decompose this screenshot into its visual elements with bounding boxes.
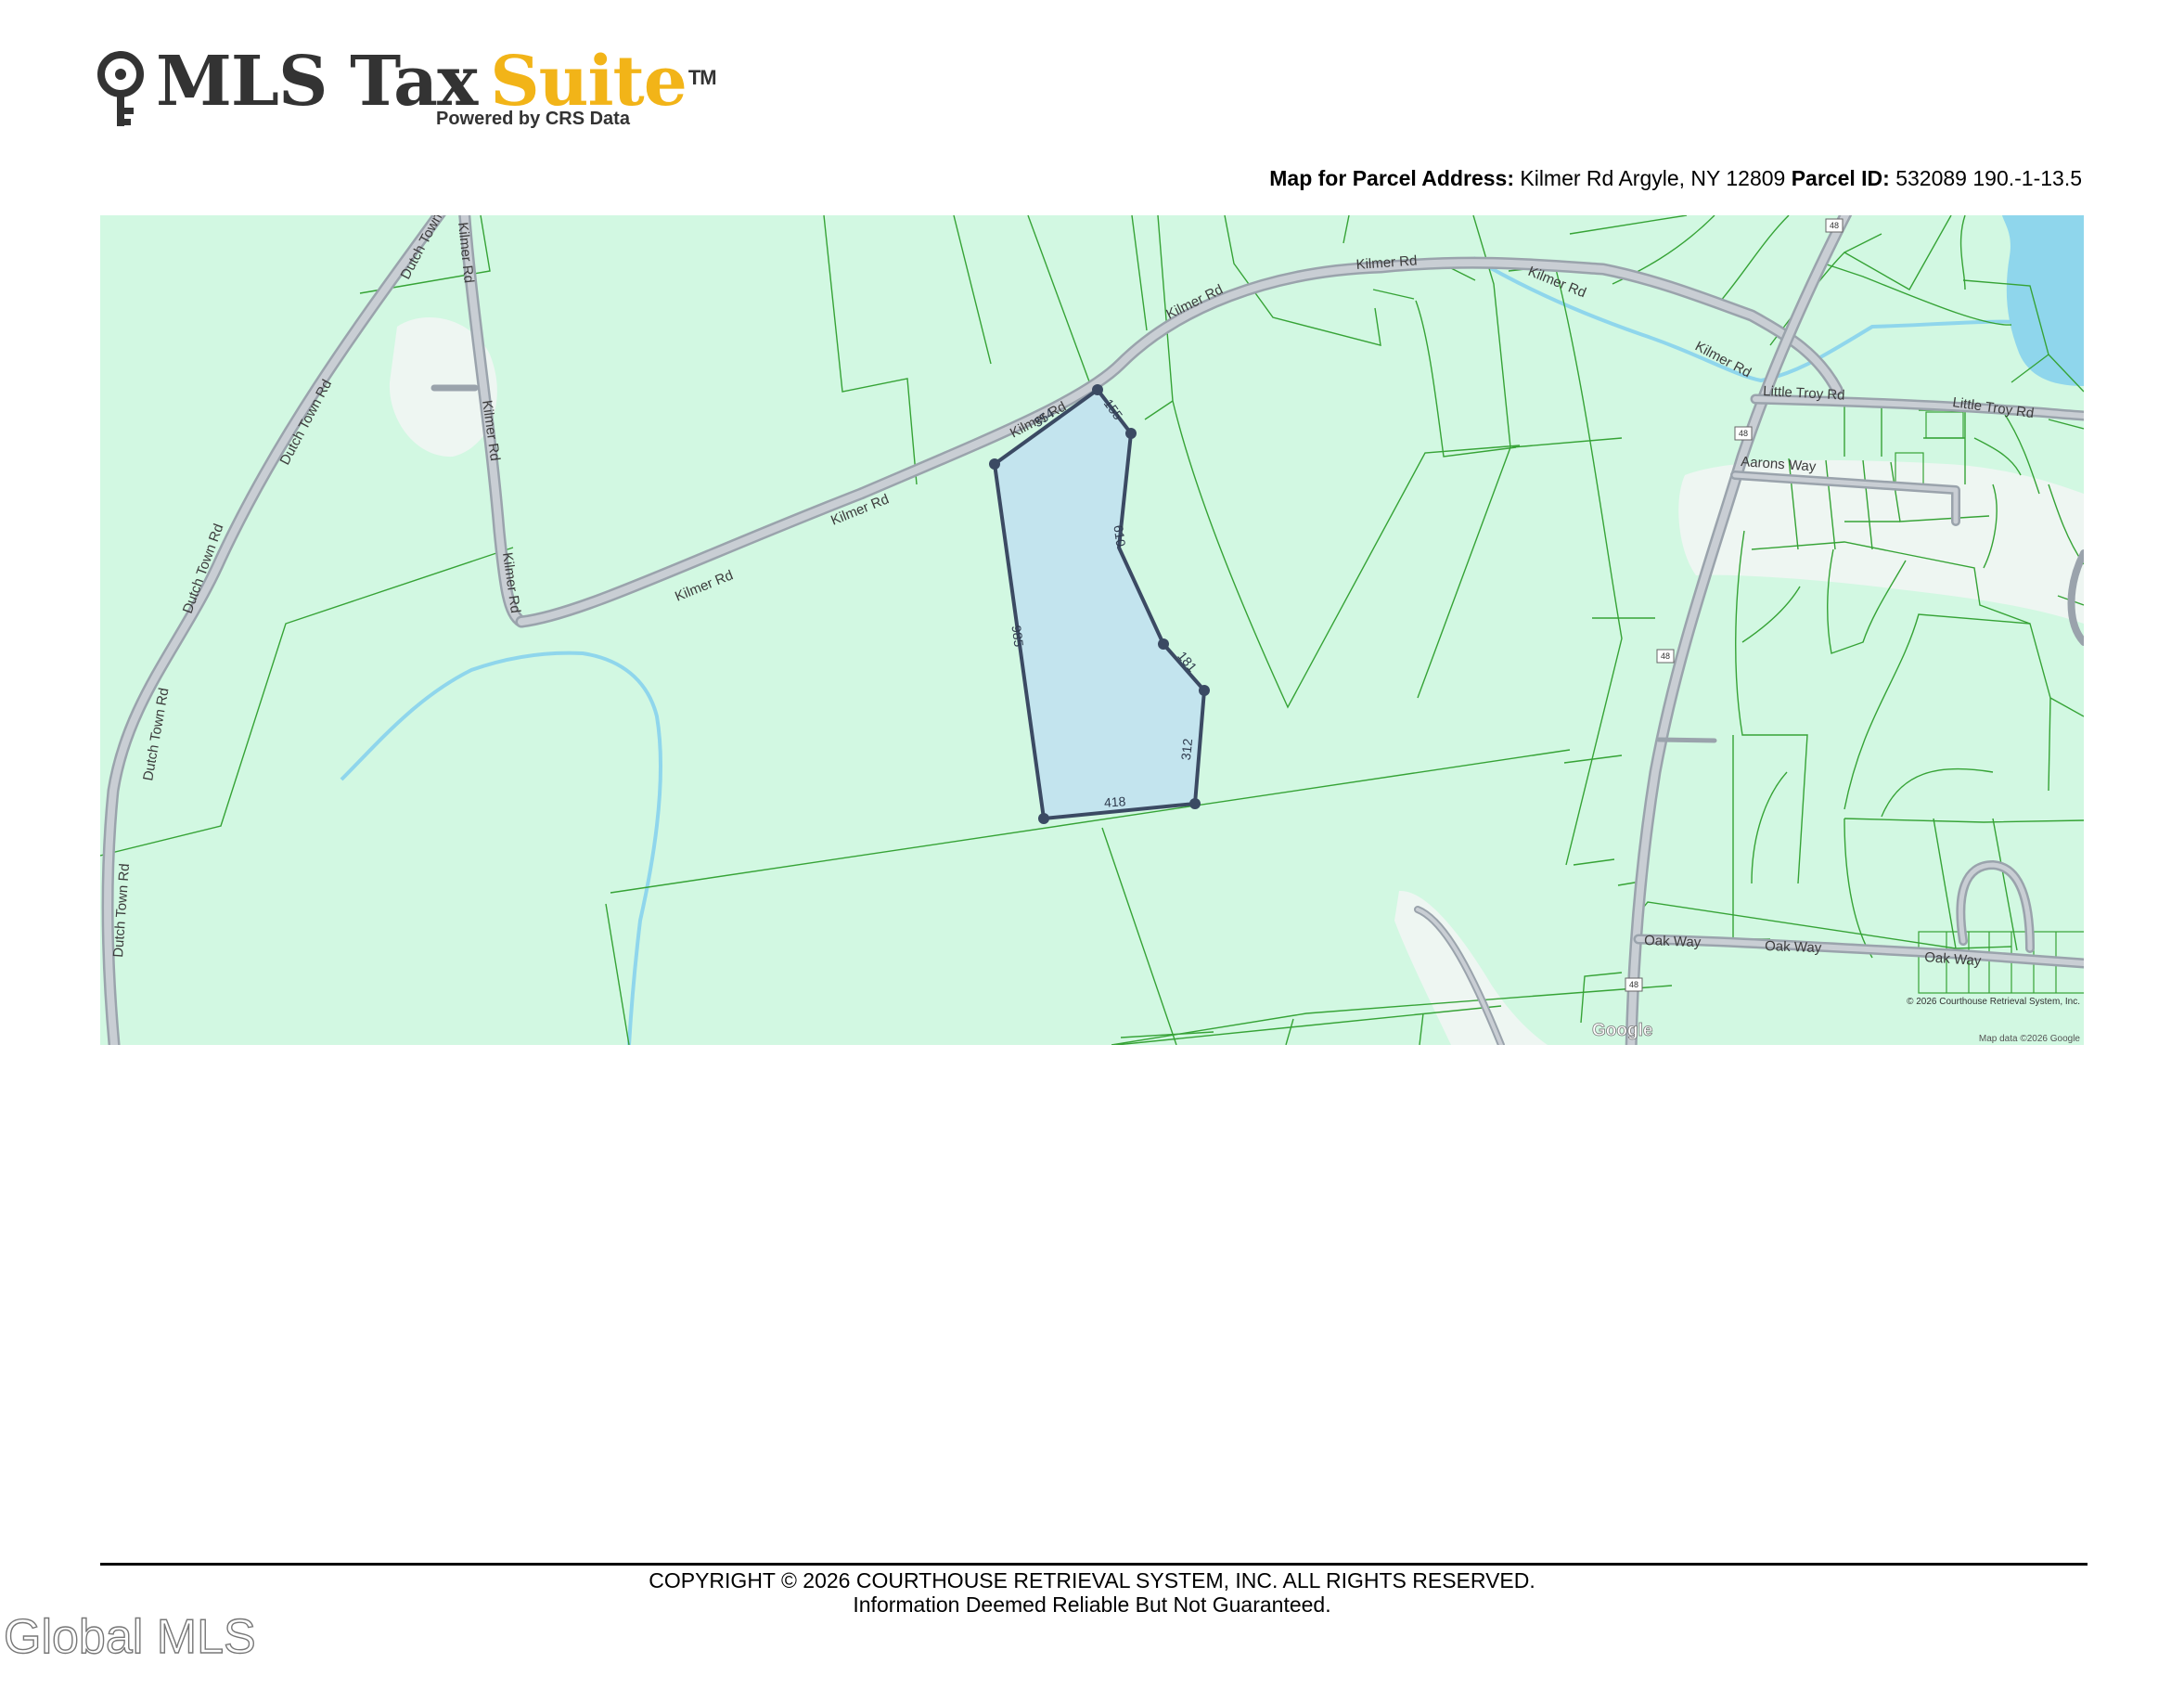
key-pin-icon: [97, 51, 144, 126]
parcel-map[interactable]: 48 48 48 48 Kilmer Rd Kilmer Rd Kilmer R…: [100, 215, 2084, 1045]
google-attribution: Google: [1592, 1021, 1652, 1040]
road-label: Oak Way: [1644, 933, 1702, 950]
logo-brand-primary: MLS Tax: [156, 42, 478, 122]
route-shield-icon: 48: [1825, 218, 1844, 233]
road-label: Oak Way: [1765, 938, 1822, 956]
map-data-attribution: Map data ©2026 Google: [1979, 1034, 2081, 1044]
logo-trademark: TM: [687, 66, 717, 89]
svg-text:48: 48: [1830, 221, 1839, 230]
mls-tax-suite-logo: MLS Tax SuiteTM Powered by CRS Data: [95, 37, 717, 139]
footer: COPYRIGHT © 2026 COURTHOUSE RETRIEVAL SY…: [0, 1568, 2184, 1617]
dimension-label: 418: [1103, 793, 1126, 810]
copyright-text: COPYRIGHT © 2026 COURTHOUSE RETRIEVAL SY…: [649, 1568, 1535, 1592]
svg-text:48: 48: [1629, 980, 1638, 989]
route-shield-icon: 48: [1656, 649, 1675, 664]
route-shield-icon: 48: [1734, 426, 1753, 441]
svg-text:48: 48: [1739, 429, 1748, 438]
address-label: Map for Parcel Address:: [1269, 166, 1514, 190]
logo-tagline: Powered by CRS Data: [436, 109, 630, 129]
dimension-label: 985: [1008, 625, 1026, 649]
global-mls-watermark: Global MLS: [3, 1609, 256, 1664]
parcel-header: Map for Parcel Address: Kilmer Rd Argyle…: [1269, 165, 2082, 191]
courthouse-attribution: © 2026 Courthouse Retrieval System, Inc.: [1907, 997, 2080, 1007]
footer-divider: [100, 1563, 2088, 1566]
parcel-id-label: Parcel ID:: [1791, 166, 1890, 190]
dimension-label: 312: [1178, 738, 1195, 761]
address-value: Kilmer Rd Argyle, NY 12809: [1520, 166, 1786, 190]
driveway: [1656, 737, 1717, 743]
svg-text:48: 48: [1661, 651, 1670, 661]
disclaimer-text: Information Deemed Reliable But Not Guar…: [853, 1592, 1331, 1617]
route-shield-icon: 48: [1625, 977, 1643, 992]
dimension-label: 610: [1111, 524, 1128, 548]
parcel-id-value: 532089 190.-1-13.5: [1895, 166, 2082, 190]
